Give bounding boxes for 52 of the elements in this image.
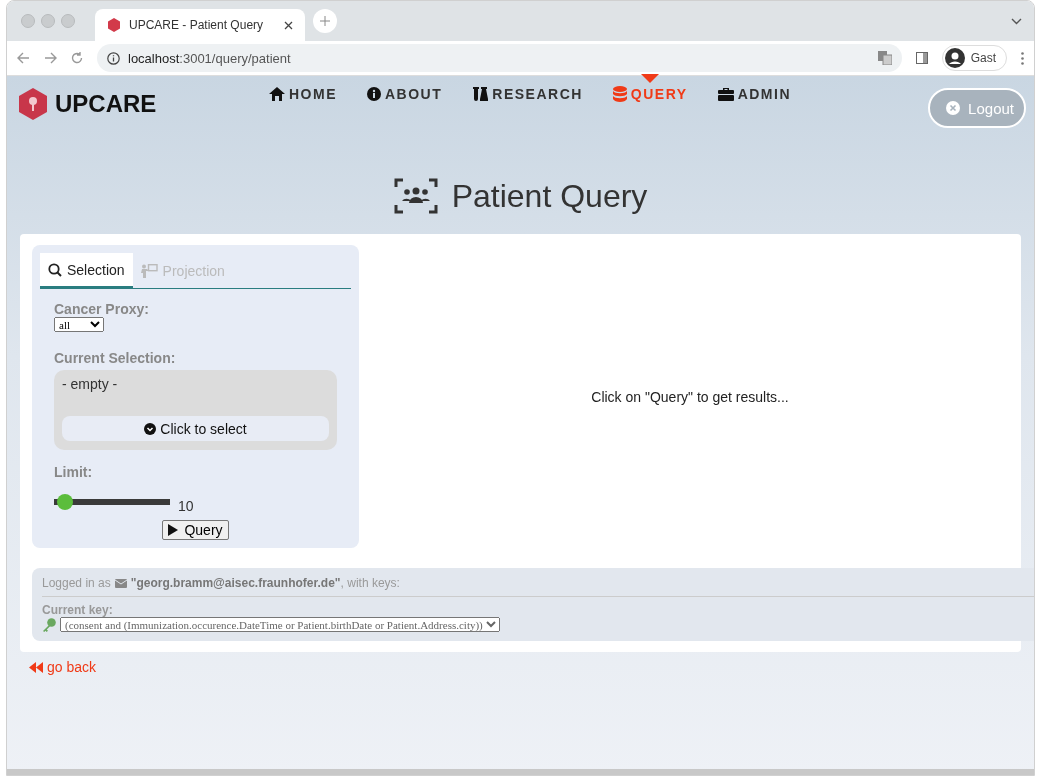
key-icon xyxy=(42,617,56,632)
select-button[interactable]: Click to select xyxy=(62,416,329,441)
group-icon xyxy=(393,178,438,214)
home-icon xyxy=(269,87,285,101)
info-icon[interactable] xyxy=(107,51,120,65)
rewind-icon xyxy=(29,661,43,673)
forward-arrow-icon[interactable] xyxy=(44,52,57,64)
translate-icon[interactable] xyxy=(877,51,892,65)
new-tab-button[interactable] xyxy=(313,9,337,33)
side-panel-icon[interactable] xyxy=(915,52,928,64)
toolbox-icon xyxy=(717,87,734,101)
flask-icon xyxy=(472,87,489,101)
nav-link[interactable]: RESEARCH xyxy=(472,86,583,102)
nav-link[interactable]: ABOUT xyxy=(367,86,443,102)
address-bar[interactable]: localhost:3001/query/patient xyxy=(97,44,902,72)
database-icon xyxy=(612,86,627,102)
key-dropdown[interactable]: (consent and (Immunization.occurence.DateTime or Patient.birthDate or Patient.Address.city)) xyxy=(60,617,500,632)
field-label: Cancer Proxy: xyxy=(54,301,150,317)
chevron-down-icon[interactable] xyxy=(1011,17,1022,25)
browser-tab[interactable]: UPCARE - Patient Query xyxy=(95,9,305,41)
chevron-circle-icon xyxy=(144,422,157,435)
field-label: Limit: xyxy=(54,464,94,480)
slider-thumb[interactable] xyxy=(57,494,73,510)
field-label: Current Selection: xyxy=(54,350,177,366)
favicon-icon xyxy=(107,18,121,32)
active-marker-icon xyxy=(641,74,660,83)
close-circle-icon xyxy=(946,101,961,115)
panel-tab[interactable]: Selection xyxy=(40,253,133,288)
info-icon xyxy=(367,87,381,101)
selection-value: - empty - xyxy=(62,376,119,392)
nav-link[interactable]: ADMIN xyxy=(717,86,792,102)
login-account: "georg.bramm@aisec.fraunhofer.de", with keys: xyxy=(130,576,400,590)
field-label: Current key: xyxy=(42,603,114,617)
plus-icon xyxy=(320,16,330,26)
reload-icon[interactable] xyxy=(71,52,83,64)
play-icon xyxy=(168,524,179,536)
query-button[interactable]: Query xyxy=(162,520,229,540)
avatar-icon xyxy=(944,48,965,68)
close-icon[interactable] xyxy=(284,20,293,30)
login-label: Logged in as xyxy=(42,576,111,590)
results-hint: Click on "Query" to get results... xyxy=(591,388,789,405)
limit-value: 10 xyxy=(178,498,194,514)
brand-name: UPCARE xyxy=(55,90,157,118)
cancer-proxy-dropdown[interactable]: all xyxy=(54,317,104,332)
search-icon xyxy=(48,262,62,277)
projection-icon xyxy=(140,263,158,278)
logo-icon xyxy=(19,88,47,120)
menu-icon[interactable] xyxy=(1021,51,1024,65)
envelope-icon xyxy=(114,578,127,588)
nav-link[interactable]: HOME xyxy=(269,86,337,102)
page-title: Patient Query xyxy=(451,177,648,215)
back-arrow-icon[interactable] xyxy=(17,52,30,64)
